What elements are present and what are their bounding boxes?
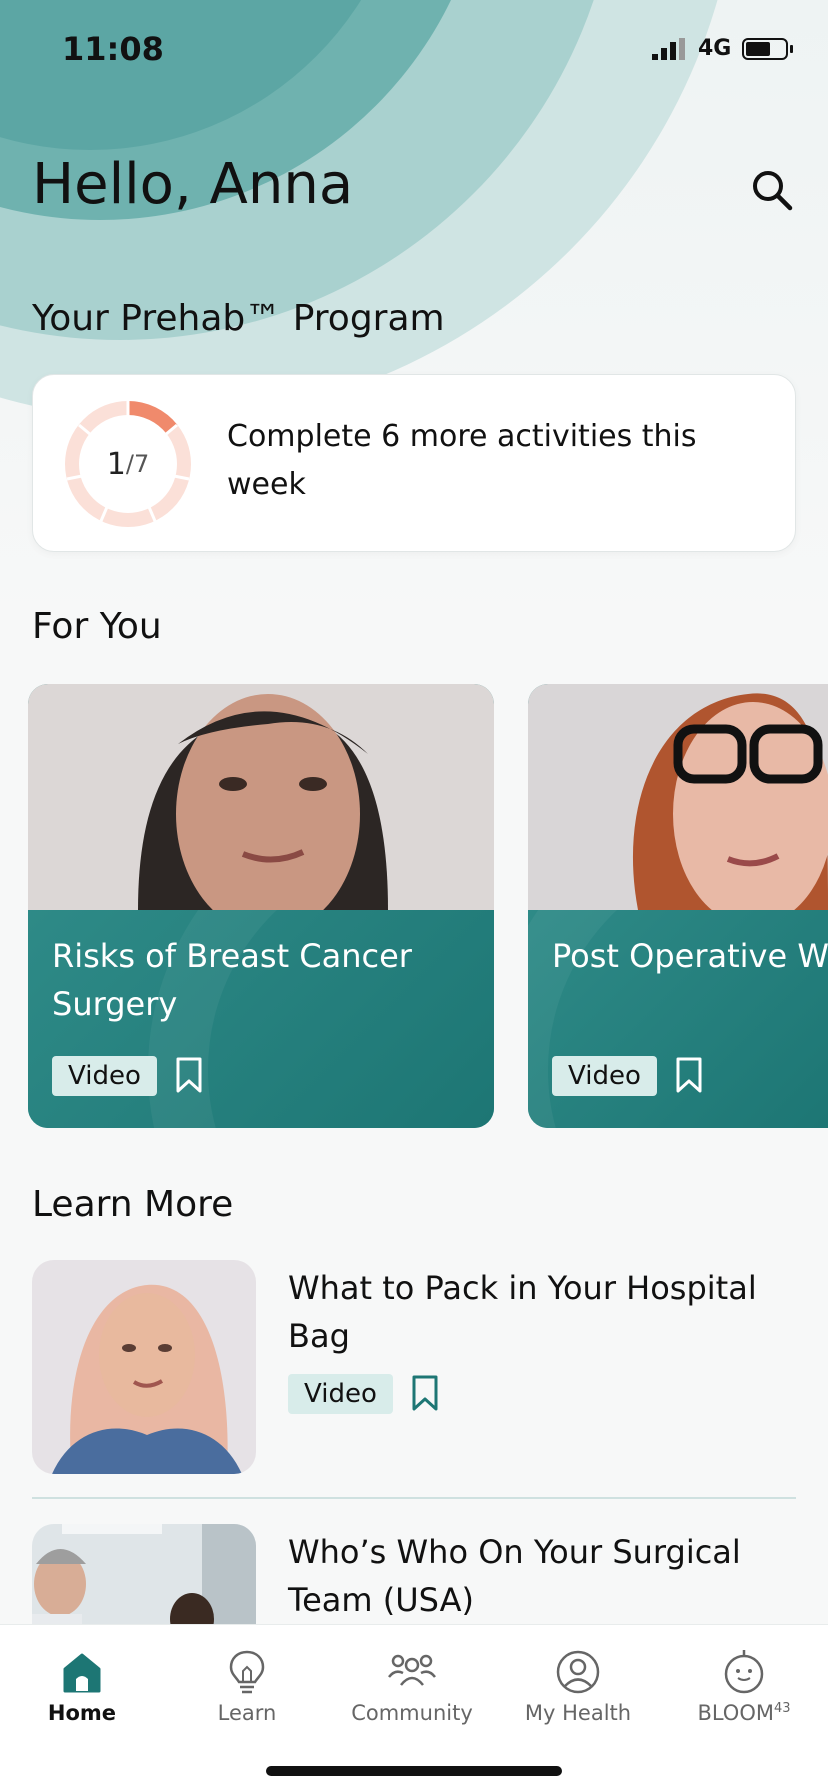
for-you-card[interactable]: Post Operative Wo Care - Part 1 Video — [528, 684, 828, 1128]
signal-icon — [652, 38, 685, 60]
lightbulb-icon — [229, 1650, 265, 1694]
nav-item-home[interactable]: Home — [2, 1647, 162, 1725]
card-title: Risks of Breast Cancer Surgery — [52, 937, 412, 1023]
bloom-icon — [724, 1650, 764, 1694]
item-title: Who’s Who On Your Surgical Team (USA) — [288, 1533, 741, 1619]
bookmark-icon[interactable] — [674, 1056, 704, 1094]
card-info: Risks of Breast Cancer Surgery Video — [28, 910, 494, 1128]
nav-item-bloom[interactable]: BLOOM43 — [664, 1647, 824, 1725]
greeting-title: Hello, Anna — [32, 152, 354, 217]
card-type-badge: Video — [552, 1056, 657, 1096]
list-item[interactable]: What to Pack in Your Hospital Bag Video — [32, 1260, 796, 1476]
nav-label: Learn — [217, 1701, 277, 1725]
nav-item-learn[interactable]: Learn — [167, 1647, 327, 1725]
home-icon — [63, 1653, 101, 1693]
community-icon — [388, 1654, 436, 1686]
network-type: 4G — [698, 36, 732, 61]
search-button[interactable] — [744, 162, 800, 218]
bookmark-icon[interactable] — [174, 1056, 204, 1094]
list-item[interactable]: Who’s Who On Your Surgical Team (USA) — [32, 1524, 796, 1624]
nav-item-my-health[interactable]: My Health — [498, 1647, 658, 1725]
nav-label-superscript: 43 — [774, 1701, 791, 1716]
nav-item-community[interactable]: Community — [332, 1647, 492, 1725]
status-time: 11:08 — [62, 30, 164, 68]
nav-label: Home — [47, 1701, 117, 1725]
card-title: Post Operative Wo Care - Part 1 — [552, 932, 828, 980]
item-title: What to Pack in Your Hospital Bag — [288, 1269, 757, 1355]
item-type-badge: Video — [288, 1374, 393, 1414]
nav-label: My Health — [524, 1701, 632, 1725]
card-type-badge: Video — [52, 1056, 157, 1096]
battery-icon — [742, 38, 793, 60]
card-info: Post Operative Wo Care - Part 1 Video — [528, 910, 828, 1128]
nav-label: BLOOM43 — [664, 1701, 824, 1725]
list-divider — [32, 1497, 796, 1499]
for-you-section-title: For You — [32, 606, 162, 647]
program-message: Complete 6 more activities this week — [227, 419, 697, 502]
item-thumbnail — [32, 1524, 256, 1624]
item-thumbnail — [32, 1260, 256, 1474]
bookmark-icon[interactable] — [410, 1374, 440, 1412]
card-thumbnail — [528, 684, 828, 910]
person-circle-icon — [556, 1650, 600, 1694]
progress-completed: 1 — [106, 446, 126, 482]
learn-more-section-title: Learn More — [32, 1184, 234, 1225]
home-indicator — [266, 1766, 562, 1776]
program-card[interactable]: 1/7 Complete 6 more activities this week — [32, 374, 796, 552]
nav-label: Community — [351, 1701, 473, 1725]
status-bar: 11:08 4G — [0, 0, 828, 100]
card-thumbnail — [28, 684, 494, 910]
progress-total: 7 — [133, 450, 150, 478]
program-section-title: Your Prehab™ Program — [32, 298, 445, 339]
search-icon — [753, 171, 793, 211]
for-you-card[interactable]: Risks of Breast Cancer Surgery Video — [28, 684, 494, 1128]
card-title-text: Post Operative Wo Care - Part 1 — [552, 937, 828, 975]
nav-label-text: BLOOM — [697, 1701, 774, 1725]
progress-count: 1/7 — [106, 446, 150, 482]
